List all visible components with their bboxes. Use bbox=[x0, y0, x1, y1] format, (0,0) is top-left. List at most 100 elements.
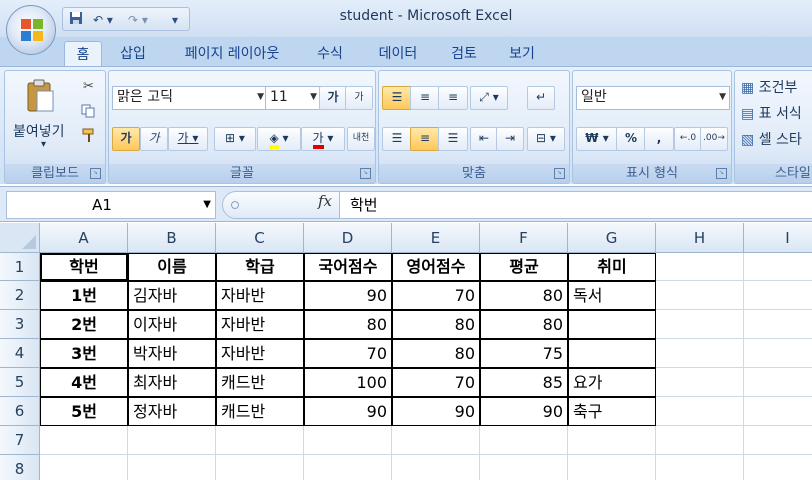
column-header-b[interactable]: B bbox=[128, 223, 216, 253]
cell-c7[interactable] bbox=[216, 426, 304, 455]
name-box[interactable]: A1 ▼ bbox=[6, 191, 216, 219]
cell-c3[interactable]: 자바반 bbox=[216, 310, 304, 339]
undo-icon[interactable]: ↶ ▾ bbox=[91, 11, 115, 29]
insert-function-icon[interactable]: fx bbox=[318, 192, 332, 210]
cell-e5[interactable]: 70 bbox=[392, 368, 480, 397]
grow-font-button[interactable]: 가 bbox=[319, 86, 347, 110]
cell-h6[interactable] bbox=[656, 397, 744, 426]
cell-e3[interactable]: 80 bbox=[392, 310, 480, 339]
cell-e4[interactable]: 80 bbox=[392, 339, 480, 368]
cell-a4[interactable]: 3번 bbox=[40, 339, 128, 368]
underline-button[interactable]: 가 ▾ bbox=[168, 127, 208, 151]
cell-d1[interactable]: 국어점수 bbox=[304, 253, 392, 281]
cell-a7[interactable] bbox=[40, 426, 128, 455]
cell-g3[interactable] bbox=[568, 310, 656, 339]
number-launcher-icon[interactable]: ↘ bbox=[716, 168, 727, 179]
chevron-down-icon[interactable]: ▼ bbox=[203, 192, 211, 218]
align-center-button[interactable]: ≡ bbox=[410, 127, 440, 151]
bold-button[interactable]: 가 bbox=[112, 127, 140, 151]
cell-g2[interactable]: 독서 bbox=[568, 281, 656, 310]
cell-b5[interactable]: 최자바 bbox=[128, 368, 216, 397]
cell-g8[interactable] bbox=[568, 455, 656, 480]
tab-formulas[interactable]: 수식 bbox=[306, 41, 354, 66]
row-header-6[interactable]: 6 bbox=[0, 397, 40, 426]
paste-icon[interactable] bbox=[25, 79, 55, 115]
clipboard-launcher-icon[interactable]: ↘ bbox=[90, 168, 101, 179]
cell-b6[interactable]: 정자바 bbox=[128, 397, 216, 426]
cell-h5[interactable] bbox=[656, 368, 744, 397]
merge-center-button[interactable]: ⊟ ▾ bbox=[527, 127, 565, 151]
cell-e2[interactable]: 70 bbox=[392, 281, 480, 310]
border-button[interactable]: ⊞ ▾ bbox=[214, 127, 256, 151]
cell-e1[interactable]: 영어점수 bbox=[392, 253, 480, 281]
wrap-text-button[interactable]: ↵ bbox=[527, 86, 555, 110]
paste-dropdown-icon[interactable]: ▾ bbox=[41, 139, 46, 150]
cell-i3[interactable] bbox=[744, 310, 812, 339]
cell-a1[interactable]: 학번 bbox=[40, 253, 128, 281]
cell-g1[interactable]: 취미 bbox=[568, 253, 656, 281]
cell-b8[interactable] bbox=[128, 455, 216, 480]
cell-g5[interactable]: 요가 bbox=[568, 368, 656, 397]
column-header-c[interactable]: C bbox=[216, 223, 304, 253]
cell-c5[interactable]: 캐드반 bbox=[216, 368, 304, 397]
copy-icon[interactable] bbox=[81, 103, 95, 122]
align-bottom-button[interactable]: ≡ bbox=[438, 86, 468, 110]
cell-f7[interactable] bbox=[480, 426, 568, 455]
increase-indent-button[interactable]: ⇥ bbox=[496, 127, 524, 151]
cell-g7[interactable] bbox=[568, 426, 656, 455]
cell-h4[interactable] bbox=[656, 339, 744, 368]
increase-decimal-button[interactable]: ←.0 bbox=[674, 127, 702, 151]
phonetic-button[interactable]: 내천 bbox=[347, 127, 375, 151]
decrease-indent-button[interactable]: ⇤ bbox=[470, 127, 498, 151]
cell-styles-button[interactable]: ▧ 셀 스타 bbox=[741, 129, 802, 149]
column-header-e[interactable]: E bbox=[392, 223, 480, 253]
select-all-corner[interactable] bbox=[0, 223, 40, 253]
orientation-button[interactable]: ⤢ ▾ bbox=[470, 86, 508, 110]
cell-f5[interactable]: 85 bbox=[480, 368, 568, 397]
row-header-3[interactable]: 3 bbox=[0, 310, 40, 339]
cell-i2[interactable] bbox=[744, 281, 812, 310]
cell-c6[interactable]: 캐드반 bbox=[216, 397, 304, 426]
tab-view[interactable]: 보기 bbox=[498, 41, 546, 66]
cell-f8[interactable] bbox=[480, 455, 568, 480]
align-left-button[interactable]: ☰ bbox=[382, 127, 412, 151]
currency-button[interactable]: ₩ ▾ bbox=[576, 127, 618, 151]
cell-f4[interactable]: 75 bbox=[480, 339, 568, 368]
comma-button[interactable]: , bbox=[644, 127, 674, 151]
cell-d3[interactable]: 80 bbox=[304, 310, 392, 339]
format-painter-icon[interactable] bbox=[81, 127, 97, 147]
font-size-select[interactable]: 11 ▼ bbox=[265, 86, 321, 110]
align-right-button[interactable]: ☰ bbox=[438, 127, 468, 151]
cell-i6[interactable] bbox=[744, 397, 812, 426]
cell-d8[interactable] bbox=[304, 455, 392, 480]
tab-insert[interactable]: 삽입 bbox=[112, 41, 154, 66]
font-name-select[interactable]: 맑은 고딕 ▼ bbox=[112, 86, 268, 110]
row-header-8[interactable]: 8 bbox=[0, 455, 40, 480]
cell-d7[interactable] bbox=[304, 426, 392, 455]
column-header-i[interactable]: I bbox=[744, 223, 812, 253]
cell-d6[interactable]: 90 bbox=[304, 397, 392, 426]
office-button[interactable] bbox=[6, 5, 56, 55]
fill-color-button[interactable]: ◈ ▾ bbox=[257, 127, 301, 151]
formula-input[interactable]: 학번 bbox=[340, 191, 812, 219]
cell-h1[interactable] bbox=[656, 253, 744, 281]
redo-icon[interactable]: ↷ ▾ bbox=[125, 11, 151, 29]
cell-f6[interactable]: 90 bbox=[480, 397, 568, 426]
column-header-d[interactable]: D bbox=[304, 223, 392, 253]
cell-b2[interactable]: 김자바 bbox=[128, 281, 216, 310]
cell-c2[interactable]: 자바반 bbox=[216, 281, 304, 310]
paste-label[interactable]: 붙여넣기 bbox=[13, 121, 65, 141]
cell-h3[interactable] bbox=[656, 310, 744, 339]
row-header-2[interactable]: 2 bbox=[0, 281, 40, 310]
cell-c4[interactable]: 자바반 bbox=[216, 339, 304, 368]
percent-button[interactable]: % bbox=[616, 127, 646, 151]
format-as-table-button[interactable]: ▤ 표 서식 bbox=[741, 103, 802, 123]
tab-review[interactable]: 검토 bbox=[442, 41, 486, 66]
row-header-4[interactable]: 4 bbox=[0, 339, 40, 368]
cell-e6[interactable]: 90 bbox=[392, 397, 480, 426]
cell-h8[interactable] bbox=[656, 455, 744, 480]
italic-button[interactable]: 가 bbox=[140, 127, 168, 151]
cell-i7[interactable] bbox=[744, 426, 812, 455]
number-format-select[interactable]: 일반 ▼ bbox=[576, 86, 730, 110]
cell-e7[interactable] bbox=[392, 426, 480, 455]
